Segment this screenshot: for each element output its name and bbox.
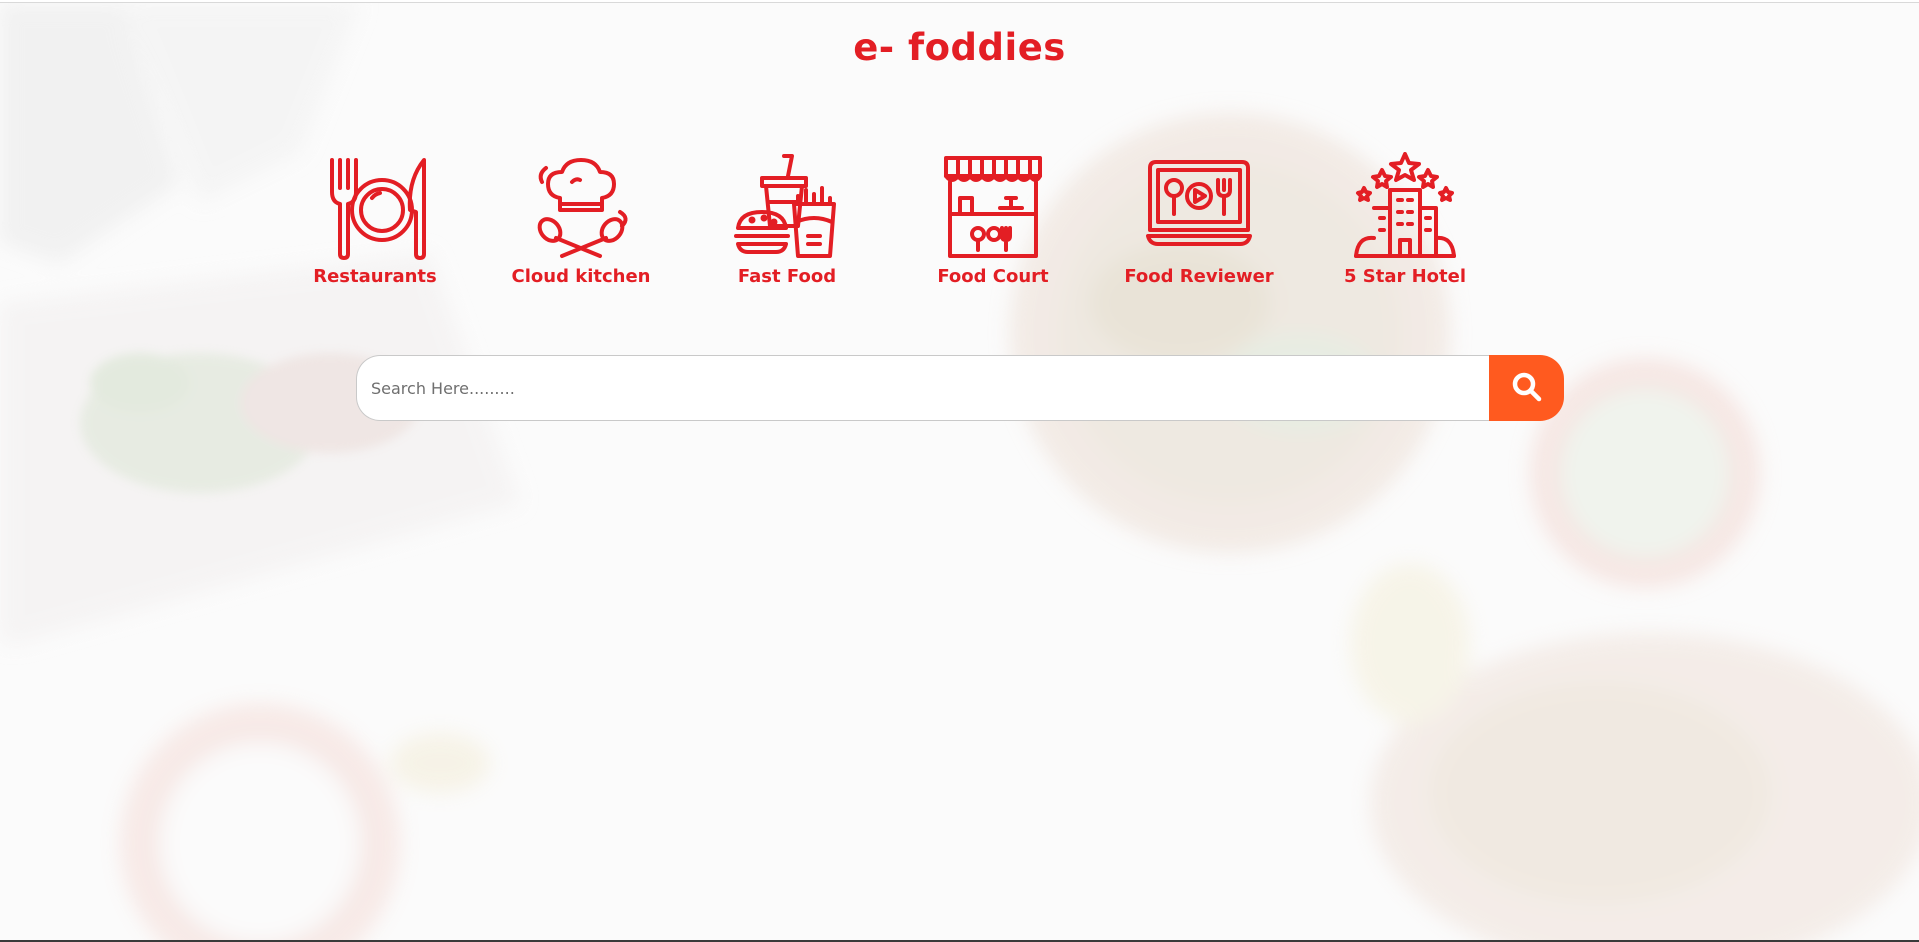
category-label: Cloud kitchen bbox=[511, 266, 651, 287]
plate-cutlery-icon bbox=[320, 152, 430, 262]
burger-fries-drink-icon bbox=[732, 152, 842, 262]
search-input[interactable] bbox=[356, 355, 1490, 421]
hotel-stars-icon bbox=[1350, 152, 1460, 262]
category-fast-food[interactable]: Fast Food bbox=[692, 152, 882, 287]
category-label: Food Court bbox=[937, 266, 1049, 287]
chef-hat-spoons-icon bbox=[526, 152, 636, 262]
laptop-video-icon bbox=[1144, 152, 1254, 262]
category-cloud-kitchen[interactable]: Cloud kitchen bbox=[486, 152, 676, 287]
background-food-photo bbox=[0, 3, 1919, 940]
category-label: Fast Food bbox=[737, 266, 837, 287]
search-button[interactable] bbox=[1489, 355, 1564, 421]
category-5-star-hotel[interactable]: 5 Star Hotel bbox=[1310, 152, 1500, 287]
category-label: 5 Star Hotel bbox=[1343, 266, 1467, 287]
food-stall-icon bbox=[938, 152, 1048, 262]
category-restaurants[interactable]: Restaurants bbox=[280, 152, 470, 287]
search-bar bbox=[356, 355, 1564, 421]
brand-title: e- foddies bbox=[853, 26, 1066, 69]
category-label: Restaurants bbox=[313, 266, 437, 287]
category-label: Food Reviewer bbox=[1124, 266, 1274, 287]
category-food-court[interactable]: Food Court bbox=[898, 152, 1088, 287]
category-list: Restaurants Cloud kitchen Fast Food Food… bbox=[313, 152, 1555, 302]
search-icon bbox=[1511, 371, 1543, 406]
category-food-reviewer[interactable]: Food Reviewer bbox=[1104, 152, 1294, 287]
